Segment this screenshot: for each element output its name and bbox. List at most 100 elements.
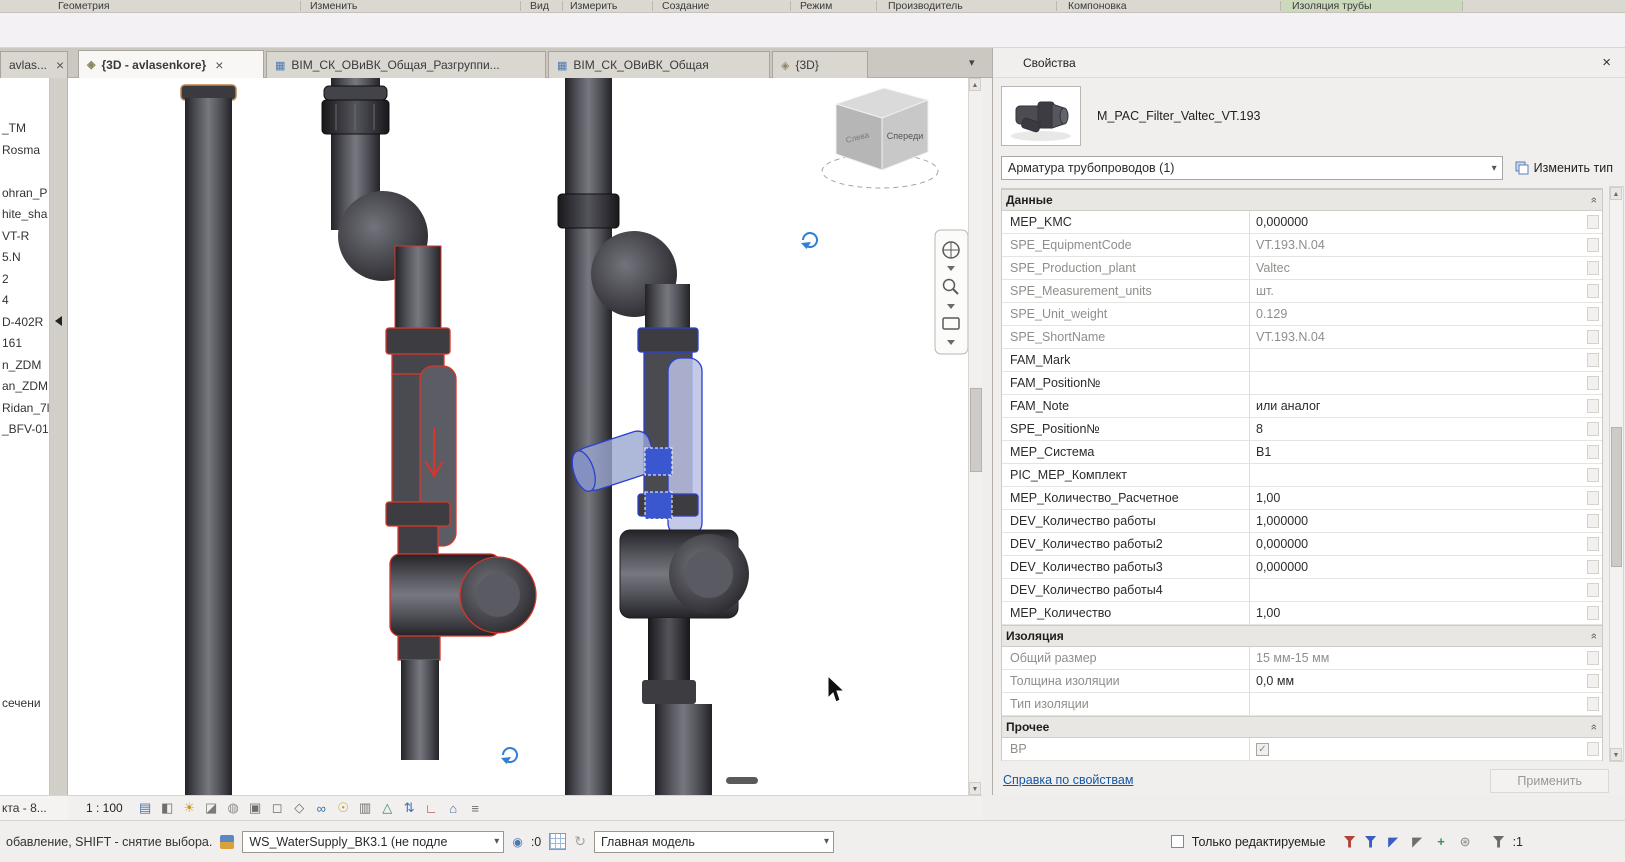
associate-param-box[interactable]	[1587, 307, 1599, 321]
worksets-icon[interactable]	[220, 834, 235, 849]
view-tab[interactable]: ▦ BIM_СК_ОВиВК_Общая_Разгруппи...	[266, 51, 546, 78]
scroll-down-icon[interactable]: ▼	[969, 782, 981, 795]
property-value[interactable]	[1250, 464, 1586, 486]
selection-grip[interactable]	[644, 491, 673, 520]
associate-param-box[interactable]	[1587, 353, 1599, 367]
workset-selector[interactable]: WS_WaterSupply_ВК3.1 (не подле ▾	[242, 830, 505, 853]
worksharing-icon[interactable]: ⌂	[445, 800, 462, 817]
scrollbar-thumb[interactable]	[1611, 427, 1622, 567]
property-value[interactable]: VT.193.N.04	[1250, 234, 1586, 256]
visual-style-icon[interactable]: ◧	[159, 800, 176, 817]
tab-close-icon[interactable]: ×	[215, 57, 223, 73]
select-pin-icon[interactable]: ◤	[1410, 834, 1425, 849]
3d-scene[interactable]: Спереди Слева	[68, 78, 968, 795]
type-preview-image[interactable]	[1001, 86, 1081, 146]
property-value[interactable]	[1250, 372, 1586, 394]
associate-param-box[interactable]	[1587, 445, 1599, 459]
rotate-gizmo-icon[interactable]	[801, 232, 818, 249]
associate-param-box[interactable]	[1587, 376, 1599, 390]
requests-icon[interactable]: ◉	[512, 835, 522, 849]
ribbon-panel-label[interactable]: Измерить	[570, 0, 617, 12]
property-value[interactable]: 0,000000	[1250, 533, 1586, 555]
apply-button[interactable]: Применить	[1490, 769, 1609, 793]
ribbon-panel-label[interactable]: Геометрия	[58, 0, 110, 12]
view-properties-icon[interactable]: ≡	[467, 800, 484, 817]
viewport-vertical-scrollbar[interactable]: ▲ ▼	[968, 78, 982, 795]
view-scale[interactable]: 1 : 100	[86, 801, 123, 815]
drag-select-icon[interactable]: +	[1434, 834, 1449, 849]
property-value[interactable]: 1,00	[1250, 487, 1586, 509]
browser-item[interactable]: Ridan_7l	[0, 398, 49, 420]
property-value[interactable]: Valtec	[1250, 257, 1586, 279]
3d-viewport[interactable]: Спереди Слева	[68, 78, 968, 795]
property-value[interactable]: 0,0 мм	[1250, 670, 1586, 692]
ribbon-panel-label[interactable]: Изменить	[310, 0, 357, 12]
associate-param-box[interactable]	[1587, 399, 1599, 413]
view-tab[interactable]: ▦ BIM_СК_ОВиВК_Общая	[548, 51, 770, 78]
associate-param-box[interactable]	[1587, 491, 1599, 505]
view-tab[interactable]: ◈ {3D}	[772, 51, 868, 78]
select-link-icon[interactable]: ◤	[1386, 834, 1401, 849]
rendering-icon[interactable]: ◍	[225, 800, 242, 817]
associate-param-box[interactable]	[1587, 330, 1599, 344]
associate-param-box[interactable]	[1587, 422, 1599, 436]
associate-param-box[interactable]	[1587, 537, 1599, 551]
associate-param-box[interactable]	[1587, 514, 1599, 528]
filter-edit-icon[interactable]	[1343, 835, 1356, 848]
show-crop-icon[interactable]: ◻	[269, 800, 286, 817]
property-value[interactable]: ✓	[1250, 738, 1586, 760]
viewcube-front-label[interactable]: Спереди	[887, 131, 923, 141]
filter-clear-icon[interactable]	[1364, 835, 1377, 848]
associate-param-box[interactable]	[1587, 238, 1599, 252]
view-tab[interactable]: ◈ {3D - avlasenkore} ×	[78, 50, 264, 78]
associate-param-box[interactable]	[1587, 697, 1599, 711]
associate-param-box[interactable]	[1587, 674, 1599, 688]
browser-item[interactable]: 161	[0, 333, 49, 355]
ribbon-panel-label[interactable]: Изоляция трубы	[1292, 0, 1372, 12]
property-value[interactable]: 0.129	[1250, 303, 1586, 325]
pipe-left[interactable]	[180, 84, 237, 795]
ribbon-panel-label[interactable]: Производитель	[888, 0, 963, 12]
shadows-icon[interactable]: ◪	[203, 800, 220, 817]
view-tab[interactable]: avlas... ×	[0, 51, 68, 78]
temporary-hide-icon[interactable]: ∞	[313, 800, 330, 817]
properties-scrollbar[interactable]: ▲ ▼	[1609, 186, 1624, 762]
selection-grip[interactable]	[644, 447, 673, 476]
ribbon-panel-label[interactable]: Режим	[800, 0, 832, 12]
ribbon-panel-label[interactable]: Создание	[662, 0, 709, 12]
scroll-up-icon[interactable]: ▲	[969, 78, 981, 91]
temporary-view-properties-icon[interactable]: ▥	[357, 800, 374, 817]
worksharing-display-icon[interactable]	[549, 833, 567, 850]
design-option-selector[interactable]: Главная модель ▾	[593, 830, 834, 853]
property-value[interactable]: 0,000000	[1250, 556, 1586, 578]
valve-assembly-selected-blue[interactable]	[557, 78, 749, 795]
lock-view-icon[interactable]: ◇	[291, 800, 308, 817]
section-header[interactable]: Прочее »	[1002, 716, 1602, 738]
section-header[interactable]: Изоляция »	[1002, 625, 1602, 647]
collapse-chevron-icon[interactable]: »	[1588, 197, 1600, 203]
sync-icon[interactable]: ↻	[574, 833, 586, 850]
analytical-model-icon[interactable]: △	[379, 800, 396, 817]
associate-param-box[interactable]	[1587, 742, 1599, 756]
associate-param-box[interactable]	[1587, 284, 1599, 298]
associate-param-box[interactable]	[1587, 261, 1599, 275]
browser-item[interactable]: _BFV-01	[0, 419, 49, 441]
property-value[interactable]: 0,000000	[1250, 211, 1586, 233]
detail-level-icon[interactable]: ▤	[137, 800, 154, 817]
sun-path-icon[interactable]: ☀	[181, 800, 198, 817]
section-header[interactable]: Данные »	[1002, 189, 1602, 211]
browser-item[interactable]: Rosma	[0, 140, 49, 162]
editable-only-label[interactable]: Только редактируемые	[1192, 835, 1326, 849]
properties-header[interactable]: Свойства ×	[993, 48, 1625, 78]
crop-view-icon[interactable]: ▣	[247, 800, 264, 817]
associate-param-box[interactable]	[1587, 606, 1599, 620]
associate-param-box[interactable]	[1587, 583, 1599, 597]
property-value[interactable]: или аналог	[1250, 395, 1586, 417]
properties-help-link[interactable]: Справка по свойствам	[1003, 773, 1133, 787]
associate-param-box[interactable]	[1587, 560, 1599, 574]
rotate-gizmo-icon[interactable]	[501, 747, 518, 764]
browser-item[interactable]: hite_sha	[0, 204, 49, 226]
collapse-arrow-icon[interactable]	[55, 316, 62, 326]
browser-item[interactable]: an_ZDM	[0, 376, 49, 398]
browser-item[interactable]: 2	[0, 269, 49, 291]
